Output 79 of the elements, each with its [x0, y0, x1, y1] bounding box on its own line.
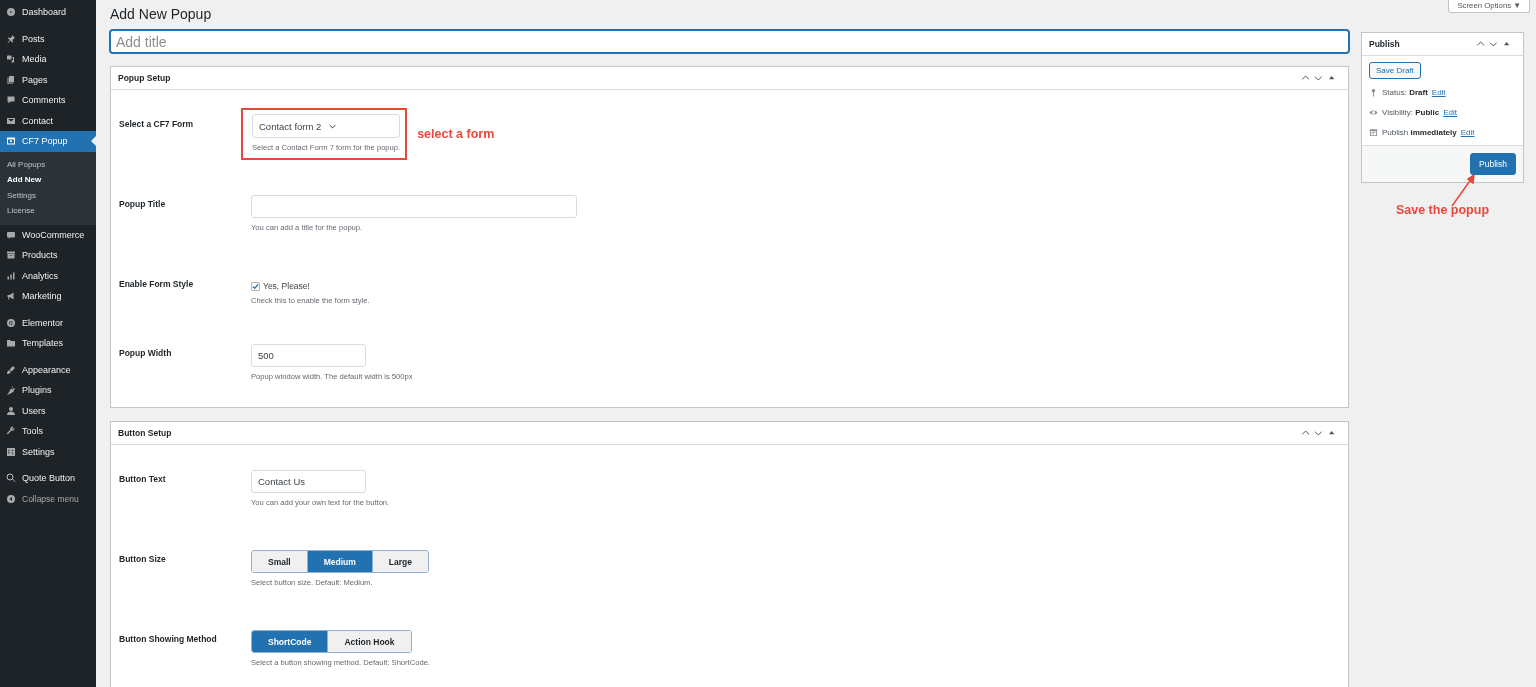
calendar-icon	[1369, 127, 1378, 137]
sidebar-item[interactable]: Templates	[0, 333, 96, 354]
magnifier-icon	[6, 473, 16, 484]
checkbox-label: Yes, Please!	[263, 281, 310, 291]
sidebar-item[interactable]: Collapse menu	[0, 488, 96, 509]
brush-icon	[6, 364, 16, 375]
sidebar-item[interactable]: CF7 Popup	[0, 131, 96, 152]
submenu-item[interactable]: All Popups	[0, 156, 96, 172]
publish-button[interactable]: Publish	[1470, 153, 1516, 175]
pin-icon	[1369, 87, 1378, 97]
plug-icon	[6, 385, 16, 396]
sidebar-item[interactable]: Analytics	[0, 265, 96, 286]
submenu-item[interactable]: Add New	[0, 172, 96, 188]
comment-icon	[6, 95, 16, 106]
archive-icon	[6, 250, 16, 261]
megaphone-icon	[6, 291, 16, 302]
media-icon	[6, 54, 16, 65]
sidebar-item[interactable]: Tools	[0, 421, 96, 442]
user-icon	[6, 405, 16, 416]
segment-button[interactable]: Action Hook	[328, 631, 411, 652]
field-label: Popup Width	[119, 348, 173, 358]
panel-title: Popup Setup	[118, 73, 171, 83]
page-title: Add New Popup	[110, 6, 213, 22]
pin-icon	[6, 33, 16, 44]
eye-icon	[1369, 107, 1378, 117]
publish-info: Publish immediately	[1382, 127, 1457, 137]
field-label: Enable Form Style	[119, 279, 195, 289]
field-label: Popup Title	[119, 199, 167, 209]
text-field[interactable]	[251, 195, 577, 218]
sidebar-item[interactable]: Dashboard	[0, 2, 96, 23]
segment-button[interactable]: Small	[252, 551, 308, 572]
form-select[interactable]: Contact form 2	[252, 114, 401, 138]
sidebar-item[interactable]: Pages	[0, 69, 96, 90]
collapse-icon	[6, 493, 16, 504]
edit-link[interactable]: Edit	[1431, 87, 1446, 97]
annotation-arrow	[1451, 175, 1475, 207]
edit-link[interactable]: Edit	[1460, 127, 1475, 137]
submenu-item[interactable]: License	[0, 203, 96, 219]
pages-icon	[6, 74, 16, 85]
gauge-icon	[6, 7, 16, 18]
panel-title: Publish	[1369, 39, 1400, 49]
sidebar-item[interactable]: Media	[0, 49, 96, 70]
sidebar-item[interactable]: Products	[0, 245, 96, 266]
bar-chart-icon	[6, 270, 16, 281]
wrench-icon	[6, 426, 16, 437]
envelope-icon	[6, 115, 16, 126]
field-label: Button Showing Method	[119, 634, 218, 644]
sidebar-item[interactable]: Appearance	[0, 359, 96, 380]
segment-button[interactable]: ShortCode	[252, 631, 329, 652]
submenu-item[interactable]: Settings	[0, 187, 96, 203]
save-draft-button[interactable]: Save Draft	[1369, 62, 1421, 79]
text-field[interactable]: 500	[251, 344, 366, 367]
publish-info: Status: Draft	[1382, 87, 1428, 97]
field-label: Button Size	[119, 554, 167, 564]
checkbox[interactable]	[251, 281, 260, 291]
sidebar-item[interactable]: Contact	[0, 110, 96, 131]
field-label: Button Text	[119, 474, 167, 484]
sidebar-item[interactable]: Comments	[0, 90, 96, 111]
segment-button[interactable]: Large	[372, 551, 428, 572]
sidebar-item[interactable]: Posts	[0, 28, 96, 49]
segment-button[interactable]: Medium	[307, 551, 373, 572]
chevron-icon	[329, 123, 337, 129]
panel-title: Button Setup	[118, 428, 172, 438]
sidebar-item[interactable]: Elementor	[0, 312, 96, 333]
sidebar-item[interactable]: Users	[0, 400, 96, 421]
sidebar-item[interactable]: Quote Button	[0, 468, 96, 489]
publish-info: Visibility: Public	[1382, 107, 1440, 117]
annotation-text: Save the popup	[1395, 203, 1490, 217]
sidebar-item[interactable]: Marketing	[0, 286, 96, 307]
annotation-text: select a form	[417, 127, 495, 141]
edit-link[interactable]: Edit	[1443, 107, 1457, 117]
folder-icon	[6, 338, 16, 349]
text-field[interactable]: Contact Us	[251, 470, 366, 493]
window-icon	[6, 136, 16, 147]
title-field[interactable]: Add title	[110, 30, 1349, 53]
field-label: Select a CF7 Form	[119, 119, 195, 129]
sidebar-item[interactable]: Settings	[0, 441, 96, 462]
sidebar-item[interactable]: WooCommerce	[0, 224, 96, 245]
sidebar-item[interactable]: Plugins	[0, 380, 96, 401]
